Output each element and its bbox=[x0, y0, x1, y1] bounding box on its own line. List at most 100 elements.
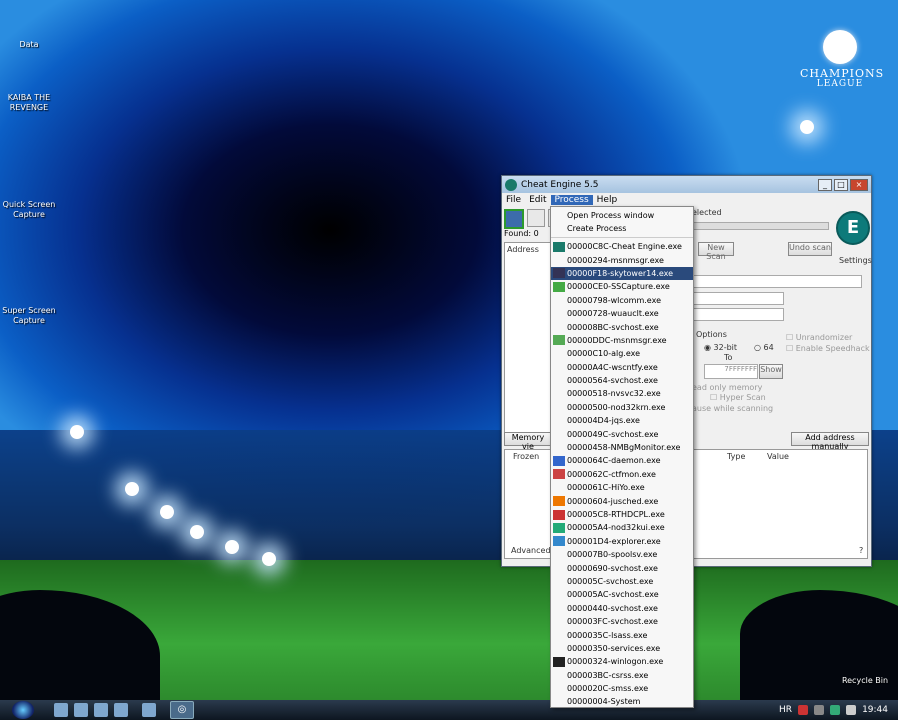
start-button[interactable] bbox=[12, 701, 34, 719]
language-indicator[interactable]: HR bbox=[779, 705, 792, 715]
process-item-label: 00000C8C-Cheat Engine.exe bbox=[567, 242, 682, 252]
cheat-engine-logo-icon[interactable]: E bbox=[836, 211, 870, 245]
process-item[interactable]: 00000518-nvsvc32.exe bbox=[551, 387, 693, 400]
frozen-column-header[interactable]: Frozen bbox=[513, 452, 539, 461]
process-item[interactable]: 000005C8-RTHDCPL.exe bbox=[551, 508, 693, 521]
minimize-icon[interactable]: _ bbox=[818, 178, 832, 191]
type-column-header[interactable]: Type bbox=[727, 452, 745, 461]
radio-32bit[interactable]: ◉ 32-bit bbox=[704, 343, 737, 352]
settings-link[interactable]: Settings bbox=[839, 256, 872, 265]
process-item[interactable]: 00000604-jusched.exe bbox=[551, 494, 693, 507]
audio-icon bbox=[553, 509, 565, 520]
desktop-icon-label: KAIBA THE REVENGE bbox=[7, 93, 51, 112]
quicklaunch-icon[interactable] bbox=[74, 703, 88, 717]
process-item[interactable]: 00000F18-skytower14.exe bbox=[551, 266, 693, 281]
add-address-manually-button[interactable]: Add address manually bbox=[791, 432, 869, 451]
tray-icon[interactable] bbox=[830, 705, 841, 715]
process-item[interactable]: 00000564-svchost.exe bbox=[551, 374, 693, 387]
value-input[interactable] bbox=[692, 275, 862, 288]
process-item[interactable]: 0000064C-daemon.exe bbox=[551, 454, 693, 467]
taskbar-cheat-engine-button[interactable]: ◎ bbox=[170, 701, 194, 719]
process-item[interactable]: 00000458-NMBgMonitor.exe bbox=[551, 441, 693, 454]
process-item[interactable]: 000001D4-explorer.exe bbox=[551, 535, 693, 548]
close-icon[interactable]: × bbox=[850, 178, 868, 191]
radio-64bit[interactable]: ○ 64 bbox=[754, 343, 774, 352]
process-item[interactable]: 0000062C-ctfmon.exe bbox=[551, 468, 693, 481]
speedhack-label: Enable Speedhack bbox=[795, 344, 870, 353]
menu-file[interactable]: File bbox=[502, 195, 525, 205]
quicklaunch-icon[interactable] bbox=[114, 703, 128, 717]
process-item-label: 00000500-nod32krn.exe bbox=[567, 402, 666, 412]
readonly-memory-checkbox[interactable]: ead only memory bbox=[692, 383, 762, 392]
open-process-window-item[interactable]: Open Process window bbox=[551, 209, 693, 222]
process-item[interactable]: 000005AC-svchost.exe bbox=[551, 588, 693, 601]
new-scan-button[interactable]: New Scan bbox=[698, 242, 734, 261]
process-item[interactable]: 0000049C-svchost.exe bbox=[551, 427, 693, 440]
desktop-icon-data[interactable]: Data bbox=[0, 40, 64, 50]
process-item[interactable]: 00000C10-alg.exe bbox=[551, 347, 693, 360]
process-item[interactable]: 0000035C-lsass.exe bbox=[551, 628, 693, 641]
menu-edit[interactable]: Edit bbox=[525, 195, 550, 205]
desktop-icon-recycle-bin[interactable]: Recycle Bin bbox=[830, 676, 898, 686]
floodlight bbox=[160, 505, 174, 519]
process-item[interactable]: 00000350-services.exe bbox=[551, 642, 693, 655]
help-question-icon[interactable]: ? bbox=[859, 546, 863, 555]
process-item[interactable]: 00000004-System bbox=[551, 695, 693, 708]
process-item[interactable]: 00000A4C-wscntfy.exe bbox=[551, 361, 693, 374]
value-column-header[interactable]: Value bbox=[767, 452, 789, 461]
quicklaunch-icon[interactable] bbox=[142, 703, 156, 717]
scan-type-select[interactable] bbox=[692, 292, 784, 305]
process-item[interactable]: 00000440-svchost.exe bbox=[551, 602, 693, 615]
process-item[interactable]: 000003FC-svchost.exe bbox=[551, 615, 693, 628]
process-item[interactable]: 00000294-msnmsgr.exe bbox=[551, 253, 693, 266]
process-item[interactable]: 000005A4-nod32kui.exe bbox=[551, 521, 693, 534]
process-item[interactable]: 0000061C-HiYo.exe bbox=[551, 481, 693, 494]
process-item[interactable]: 00000798-wlcomm.exe bbox=[551, 294, 693, 307]
show-button[interactable]: Show bbox=[759, 364, 783, 379]
process-item[interactable]: 00000690-svchost.exe bbox=[551, 561, 693, 574]
process-item-label: 0000061C-HiYo.exe bbox=[567, 483, 645, 493]
process-item[interactable]: 00000728-wuauclt.exe bbox=[551, 307, 693, 320]
unrandomizer-checkbox[interactable]: ☐ Unrandomizer bbox=[786, 333, 852, 342]
desktop-icon-kaiba[interactable]: KAIBA THE REVENGE bbox=[0, 93, 64, 113]
options-label: Options bbox=[696, 330, 727, 339]
create-process-item[interactable]: Create Process bbox=[551, 222, 693, 235]
memory-view-button[interactable]: Memory vie bbox=[504, 432, 552, 451]
show-desktop-icon[interactable] bbox=[54, 703, 68, 717]
desktop-icon-quick-screen-capture[interactable]: Quick Screen Capture bbox=[0, 200, 64, 220]
process-item[interactable]: 00000CE0-SSCapture.exe bbox=[551, 280, 693, 293]
select-process-icon[interactable] bbox=[504, 209, 524, 229]
value-type-select[interactable] bbox=[692, 308, 784, 321]
speedhack-checkbox[interactable]: ☐ Enable Speedhack bbox=[786, 344, 870, 353]
blank-icon bbox=[553, 443, 565, 453]
process-item[interactable]: 00000500-nod32krn.exe bbox=[551, 401, 693, 414]
blank-icon bbox=[553, 362, 565, 372]
process-item[interactable]: 000005C-svchost.exe bbox=[551, 575, 693, 588]
process-item[interactable]: 000008BC-svchost.exe bbox=[551, 320, 693, 333]
volume-icon[interactable] bbox=[846, 705, 857, 715]
desktop-icon-super-screen-capture[interactable]: Super Screen Capture bbox=[0, 306, 64, 326]
open-file-icon[interactable] bbox=[527, 209, 545, 227]
menu-help[interactable]: Help bbox=[593, 195, 622, 205]
quicklaunch-icon[interactable] bbox=[94, 703, 108, 717]
tray-icon[interactable] bbox=[798, 705, 809, 715]
process-item[interactable]: 00000DDC-msnmsgr.exe bbox=[551, 334, 693, 347]
process-item-label: 000005A4-nod32kui.exe bbox=[567, 523, 665, 533]
process-item[interactable]: 000007B0-spoolsv.exe bbox=[551, 548, 693, 561]
found-address-list[interactable]: Address bbox=[504, 242, 554, 434]
tray-icon[interactable] bbox=[814, 705, 825, 715]
unrandomizer-label: Unrandomizer bbox=[795, 333, 853, 342]
process-item[interactable]: 00000324-winlogon.exe bbox=[551, 655, 693, 668]
menu-process[interactable]: Process bbox=[550, 195, 593, 205]
process-item[interactable]: 000004D4-jqs.exe bbox=[551, 414, 693, 427]
hyper-scan-checkbox[interactable]: ☐ Hyper Scan bbox=[710, 393, 766, 402]
process-item[interactable]: 000003BC-csrss.exe bbox=[551, 669, 693, 682]
stop-address-input[interactable]: 7FFFFFFF bbox=[704, 364, 758, 379]
process-item[interactable]: 0000020C-smss.exe bbox=[551, 682, 693, 695]
clock[interactable]: 19:44 bbox=[862, 705, 888, 715]
undo-scan-button[interactable]: Undo scan bbox=[788, 242, 832, 256]
process-item[interactable]: 00000C8C-Cheat Engine.exe bbox=[551, 240, 693, 253]
pause-scan-checkbox[interactable]: ause while scanning bbox=[692, 404, 773, 413]
maximize-icon[interactable]: □ bbox=[834, 178, 848, 191]
title-bar[interactable]: Cheat Engine 5.5 _ □ × bbox=[502, 176, 871, 193]
